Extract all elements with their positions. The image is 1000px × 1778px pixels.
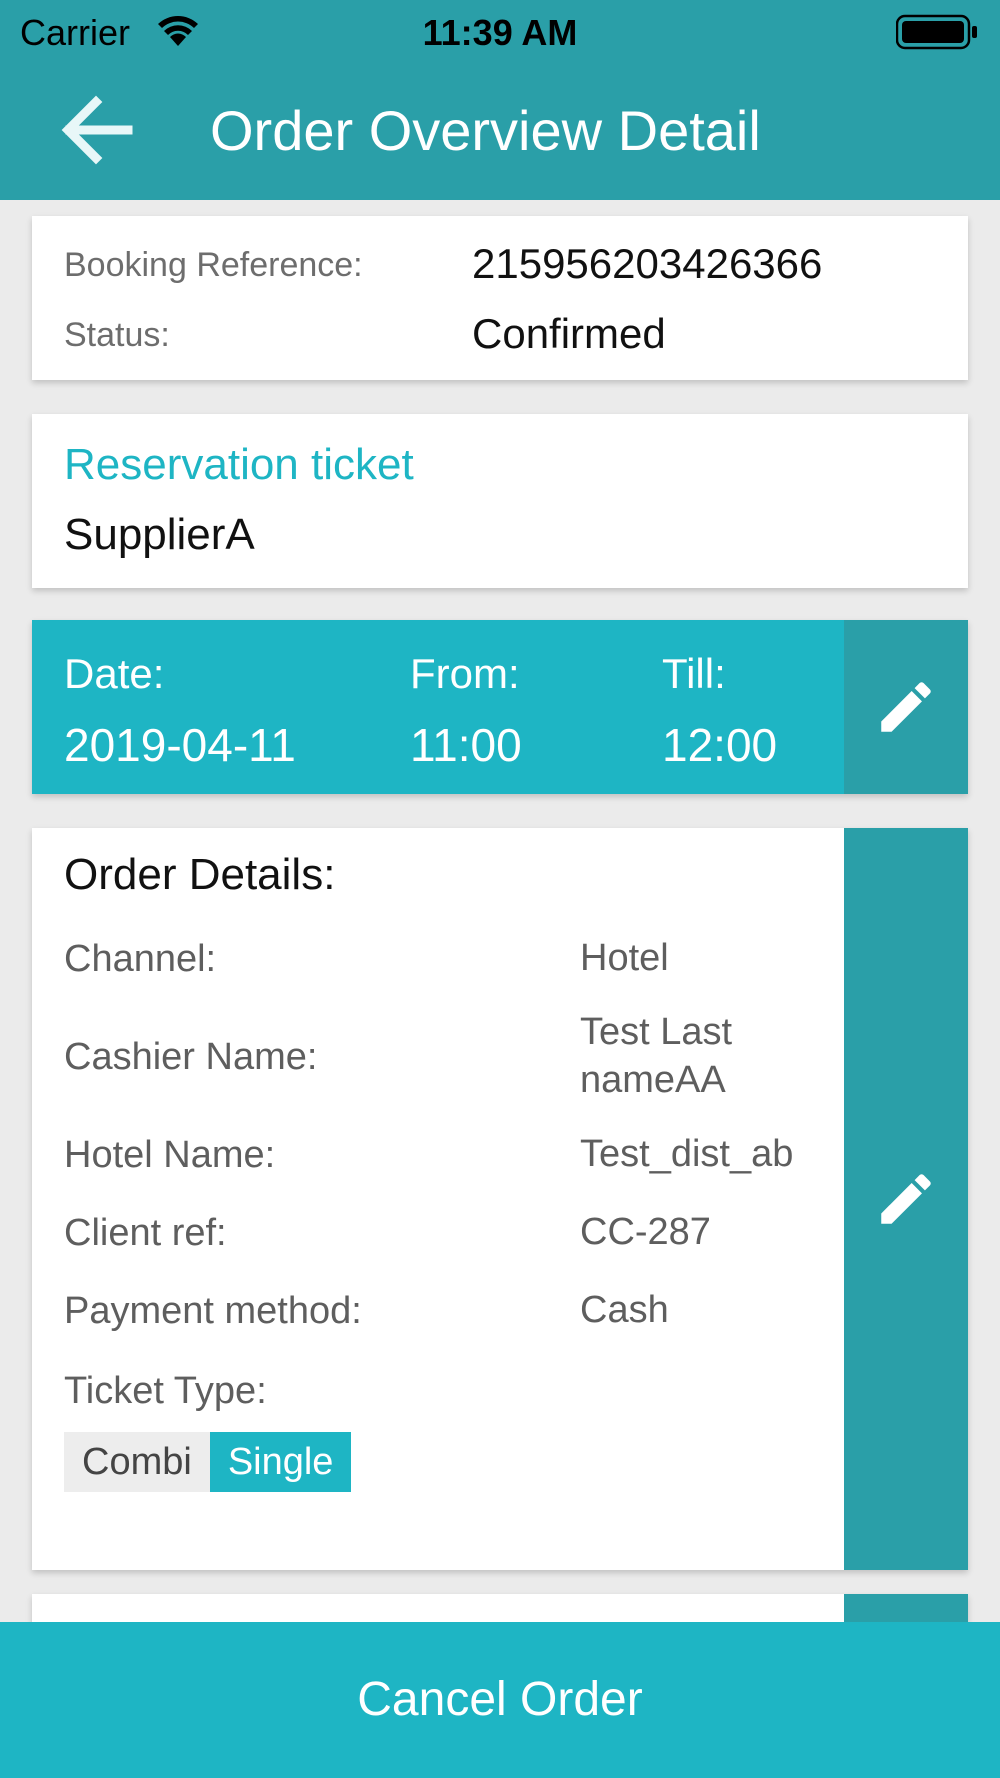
cashier-name-label: Cashier Name: [64,1036,318,1078]
reservation-title: Reservation ticket [64,440,414,489]
status-value: Confirmed [472,310,666,357]
ticket-type-selector: Combi Single [64,1432,352,1492]
ticket-type-combi[interactable]: Combi [64,1432,210,1492]
order-details-title: Order Details: [64,850,336,899]
payment-method-label: Payment method: [64,1290,362,1332]
arrow-left-icon [61,95,133,165]
client-ref-value: CC-287 [580,1211,711,1253]
pencil-icon [881,1174,931,1224]
page-title: Order Overview Detail [210,99,761,162]
status-time: 11:39 AM [422,12,578,53]
from-value: 11:00 [410,719,522,771]
order-details-card: Order Details: Channel: Hotel Cashier Na… [32,828,968,1570]
battery-icon [895,14,978,59]
date-value: 2019-04-11 [64,719,296,771]
booking-reference-label: Booking Reference: [64,246,363,284]
date-label: Date: [64,650,165,697]
edit-schedule-button[interactable] [844,620,968,794]
top-bar: Carrier 11:39 AM Order Overview Detail [0,0,1000,200]
booking-reference-value: 215956203426366 [472,240,823,287]
nav-bar: Order Overview Detail [0,80,1000,180]
hotel-name-label: Hotel Name: [64,1134,276,1176]
booking-card: Booking Reference: 215956203426366 Statu… [32,216,968,380]
ticket-type-single[interactable]: Single [209,1432,352,1492]
supplier-name: SupplierA [64,510,255,559]
status-label: Status: [64,316,170,354]
reservation-card: Reservation ticket SupplierA [32,414,968,588]
schedule-card: Date: 2019-04-11 From: 11:00 Till: 12:00 [32,620,968,794]
payment-method-value: Cash [580,1289,669,1331]
till-value: 12:00 [662,719,778,771]
from-label: From: [410,650,520,697]
cancel-order-button[interactable]: Cancel Order [0,1622,1000,1778]
cashier-name-value: Test Last nameAA [580,1011,733,1101]
back-button[interactable] [58,90,148,170]
till-label: Till: [662,650,726,697]
ticket-type-label: Ticket Type: [64,1370,267,1412]
edit-order-details-button[interactable] [844,828,968,1570]
hotel-name-value: Test_dist_ab [580,1133,794,1175]
pencil-icon [881,682,931,732]
client-ref-label: Client ref: [64,1212,227,1254]
status-bar: Carrier 11:39 AM [0,0,1000,64]
channel-label: Channel: [64,938,217,980]
channel-value: Hotel [580,937,669,979]
